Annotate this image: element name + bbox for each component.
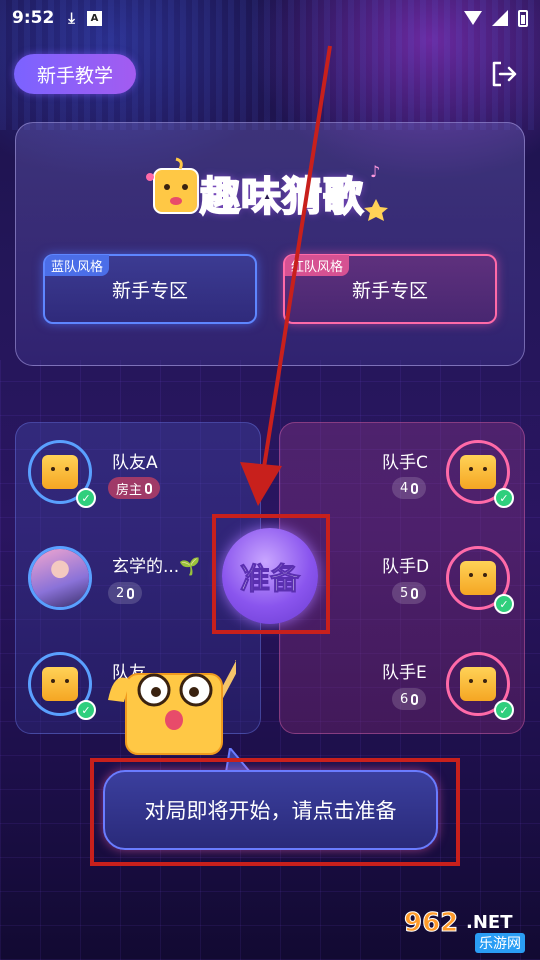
watermark-cn: 乐游网: [475, 933, 525, 953]
highlight-box: [212, 514, 330, 634]
highlight-box: [90, 758, 460, 866]
mascot-cube-icon: [108, 660, 236, 755]
watermark-suffix: .NET: [466, 912, 513, 933]
watermark-number: 962: [403, 908, 459, 939]
